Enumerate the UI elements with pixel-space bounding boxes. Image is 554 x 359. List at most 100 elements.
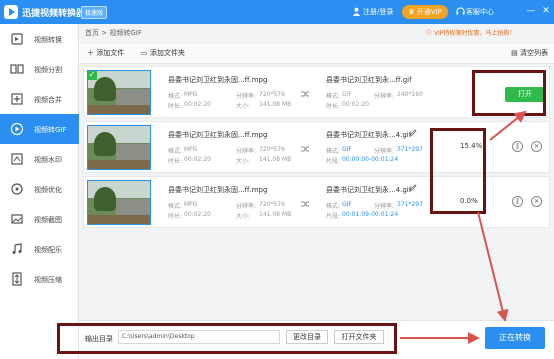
output-format: GIF <box>342 91 352 98</box>
crown-icon: ♛ <box>408 8 415 16</box>
watermark-icon <box>11 153 23 165</box>
user-icon[interactable] <box>352 7 361 16</box>
sidebar-item-label: 视频配乐 <box>34 246 62 254</box>
resolution-label: 分辨率: <box>374 203 395 210</box>
music-icon <box>12 243 22 254</box>
vip-promo-notice[interactable]: ⓘ VIP特权限时优惠，马上抢购！ <box>426 28 515 37</box>
video-convert-icon <box>11 33 23 45</box>
output-resolution: 371*297 <box>397 146 423 153</box>
service-center-link[interactable]: 客服中心 <box>466 7 494 17</box>
source-format: MPG <box>184 146 198 153</box>
output-format: GIF <box>342 146 352 153</box>
screenshot-icon <box>11 214 23 224</box>
format-label: 格式: <box>168 148 183 155</box>
output-clip-range: 00:01:09-00:01:24 <box>342 211 399 218</box>
output-resolution: 240*160 <box>397 91 423 98</box>
sidebar-item-video-screenshot[interactable]: 视频截图 <box>0 204 79 234</box>
shuffle-icon <box>301 146 309 152</box>
clip-label: 片段: <box>326 213 341 220</box>
pause-button[interactable]: ‖ <box>512 196 523 207</box>
optimize-icon <box>11 183 23 195</box>
app-title: 迅捷视频转换器 <box>22 9 86 19</box>
source-format: MPG <box>184 91 198 98</box>
pause-icon: ‖ <box>516 198 519 205</box>
source-format: MPG <box>184 201 198 208</box>
edit-icon[interactable] <box>409 184 417 192</box>
vip-promo-text: VIP特权限时优惠，马上抢购！ <box>433 30 516 37</box>
remove-button[interactable]: ✕ <box>531 196 542 207</box>
output-file-name: 县委书记刘卫红到永...4.gif <box>326 186 412 194</box>
vip-button[interactable]: ♛ 开通VIP <box>402 5 448 19</box>
format-label: 格式: <box>326 148 341 155</box>
clear-list-button[interactable]: ▤ 清空列表 <box>511 48 548 58</box>
edit-icon[interactable] <box>409 129 417 137</box>
breadcrumb-separator: > <box>101 29 108 37</box>
add-file-label: 添加文件 <box>96 49 125 57</box>
format-label: 格式: <box>326 93 341 100</box>
remove-button[interactable]: ✕ <box>531 141 542 152</box>
pause-button[interactable]: ‖ <box>512 141 523 152</box>
format-label: 格式: <box>326 203 341 210</box>
gif-icon <box>10 122 24 136</box>
resolution-label: 分辨率: <box>374 148 395 155</box>
info-icon: ⓘ <box>426 30 433 37</box>
source-resolution: 720*576 <box>259 91 285 98</box>
video-thumbnail <box>87 180 151 225</box>
video-split-icon <box>10 64 24 74</box>
size-label: 大小: <box>236 103 251 110</box>
add-folder-button[interactable]: ▭ 添加文件夹 <box>141 48 185 58</box>
sidebar-item-video-compress[interactable]: 视频压缩 <box>0 264 79 294</box>
sidebar-item-video-watermark[interactable]: 视频水印 <box>0 144 79 174</box>
duration-label: 时长: <box>326 103 341 110</box>
pause-icon: ‖ <box>516 143 519 150</box>
sidebar-item-label: 视频转换 <box>34 36 62 44</box>
format-label: 格式: <box>168 203 183 210</box>
title-bar: 迅捷视频转换器 极速版 注册/登录 ♛ 开通VIP 客服中心 — ✕ <box>0 0 554 24</box>
source-file-name: 县委书记刘卫红到永固...ff.mpg <box>168 186 268 194</box>
annotation-box-output <box>57 323 397 354</box>
sidebar-item-video-convert[interactable]: 视频转换 <box>0 24 79 54</box>
output-clip-range: 00:00:00-00:01:24 <box>342 156 399 163</box>
check-icon: ✓ <box>88 70 97 80</box>
source-duration: 00:02:20 <box>184 211 211 218</box>
sidebar-item-label: 视频压缩 <box>34 276 62 284</box>
sidebar-item-video-music[interactable]: 视频配乐 <box>0 234 79 264</box>
output-format: GIF <box>342 201 352 208</box>
duration-label: 时长: <box>168 103 183 110</box>
compress-icon <box>12 272 22 286</box>
output-file-name: 县委书记刘卫红到永...ff.gif <box>326 76 412 84</box>
source-file-name: 县委书记刘卫红到永固...ff.mpg <box>168 131 268 139</box>
close-button[interactable]: ✕ <box>541 6 551 16</box>
minimize-button[interactable]: — <box>526 6 536 16</box>
close-icon: ✕ <box>533 143 540 150</box>
headset-icon[interactable] <box>456 7 465 16</box>
resolution-label: 分辨率: <box>236 148 257 155</box>
sidebar-item-video-split[interactable]: 视频分割 <box>0 54 79 84</box>
sidebar-item-video-merge[interactable]: 视频合并 <box>0 84 79 114</box>
login-link[interactable]: 注册/登录 <box>363 7 393 17</box>
trash-icon: ▤ <box>511 49 518 57</box>
folder-icon: ▭ <box>141 49 148 57</box>
vip-label: 开通VIP <box>416 8 442 16</box>
sidebar-item-label: 视频截图 <box>34 216 62 224</box>
sidebar-item-video-to-gif[interactable]: 视频转GIF <box>0 114 79 144</box>
add-file-button[interactable]: ＋ 添加文件 <box>87 48 124 58</box>
edition-badge: 极速版 <box>81 6 108 19</box>
clear-list-label: 清空列表 <box>520 49 548 57</box>
shuffle-icon <box>301 91 309 97</box>
convert-button[interactable]: 正在转换 <box>485 327 545 349</box>
video-thumbnail <box>87 125 151 170</box>
clip-label: 片段: <box>326 158 341 165</box>
output-resolution: 371*297 <box>397 201 423 208</box>
source-size: 141.08 MB <box>259 101 292 108</box>
source-duration: 00:02:20 <box>184 101 211 108</box>
resolution-label: 分辨率: <box>236 93 257 100</box>
video-thumbnail: ✓ <box>87 70 151 115</box>
source-size: 141.08 MB <box>259 211 292 218</box>
source-size: 141.08 MB <box>259 156 292 163</box>
plus-icon: ＋ <box>87 49 94 57</box>
resolution-label: 分辨率: <box>374 93 395 100</box>
sidebar-item-video-optimize[interactable]: 视频优化 <box>0 174 79 204</box>
breadcrumb-home[interactable]: 首页 <box>85 29 99 37</box>
source-resolution: 720*576 <box>259 146 285 153</box>
